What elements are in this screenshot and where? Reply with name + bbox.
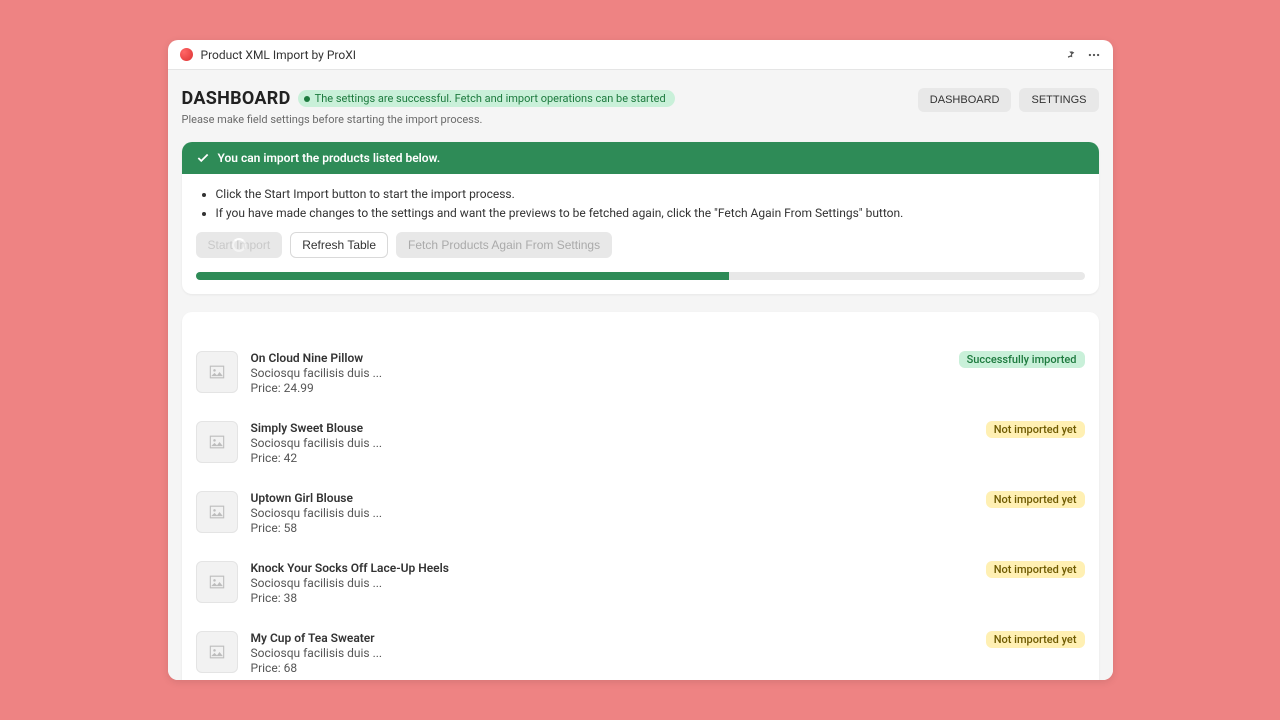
product-row: On Cloud Nine PillowSociosqu facilisis d… xyxy=(196,338,1085,408)
product-price: Price: 24.99 xyxy=(251,381,946,395)
import-card: You can import the products listed below… xyxy=(182,142,1099,294)
product-title: On Cloud Nine Pillow xyxy=(251,351,946,365)
status-badge: Successfully imported xyxy=(959,351,1085,368)
tab-settings[interactable]: SETTINGS xyxy=(1019,88,1098,112)
status-badge: Not imported yet xyxy=(986,561,1085,578)
product-description: Sociosqu facilisis duis ... xyxy=(251,506,973,520)
status-pill: The settings are successful. Fetch and i… xyxy=(298,90,675,107)
image-placeholder-icon xyxy=(196,631,238,673)
page-title: DASHBOARD xyxy=(182,88,291,109)
product-description: Sociosqu facilisis duis ... xyxy=(251,436,973,450)
app-title: Product XML Import by ProXI xyxy=(201,48,356,62)
status-badge: Not imported yet xyxy=(986,631,1085,648)
image-placeholder-icon xyxy=(196,561,238,603)
product-text: My Cup of Tea SweaterSociosqu facilisis … xyxy=(251,631,973,675)
product-row: My Cup of Tea SweaterSociosqu facilisis … xyxy=(196,618,1085,680)
progress-bar xyxy=(196,272,1085,280)
product-price: Price: 42 xyxy=(251,451,973,465)
titlebar: Product XML Import by ProXI xyxy=(168,40,1113,70)
more-icon[interactable] xyxy=(1087,48,1101,62)
page-subtitle: Please make field settings before starti… xyxy=(182,113,675,126)
instruction-item: If you have made changes to the settings… xyxy=(216,205,1085,222)
image-placeholder-icon xyxy=(196,491,238,533)
product-price: Price: 38 xyxy=(251,591,973,605)
product-text: On Cloud Nine PillowSociosqu facilisis d… xyxy=(251,351,946,395)
product-title: My Cup of Tea Sweater xyxy=(251,631,973,645)
product-title: Simply Sweet Blouse xyxy=(251,421,973,435)
success-banner: You can import the products listed below… xyxy=(182,142,1099,174)
product-title: Knock Your Socks Off Lace-Up Heels xyxy=(251,561,973,575)
product-row: Simply Sweet BlouseSociosqu facilisis du… xyxy=(196,408,1085,478)
banner-text: You can import the products listed below… xyxy=(218,151,441,165)
product-description: Sociosqu facilisis duis ... xyxy=(251,646,973,660)
instructions-list: Click the Start Import button to start t… xyxy=(196,186,1085,222)
product-row: Uptown Girl BlouseSociosqu facilisis dui… xyxy=(196,478,1085,548)
tab-buttons: DASHBOARD SETTINGS xyxy=(918,88,1099,112)
app-window: Product XML Import by ProXI DASHBOARD Th… xyxy=(168,40,1113,680)
tab-dashboard[interactable]: DASHBOARD xyxy=(918,88,1012,112)
status-text: The settings are successful. Fetch and i… xyxy=(315,92,666,105)
pin-icon[interactable] xyxy=(1065,49,1077,61)
instruction-item: Click the Start Import button to start t… xyxy=(216,186,1085,203)
status-badge: Not imported yet xyxy=(986,491,1085,508)
product-description: Sociosqu facilisis duis ... xyxy=(251,366,946,380)
product-text: Uptown Girl BlouseSociosqu facilisis dui… xyxy=(251,491,973,535)
product-price: Price: 68 xyxy=(251,661,973,675)
spinner-icon xyxy=(232,238,246,252)
product-description: Sociosqu facilisis duis ... xyxy=(251,576,973,590)
product-price: Price: 58 xyxy=(251,521,973,535)
refresh-table-button[interactable]: Refresh Table xyxy=(290,232,388,258)
product-title: Uptown Girl Blouse xyxy=(251,491,973,505)
progress-fill xyxy=(196,272,729,280)
image-placeholder-icon xyxy=(196,351,238,393)
product-text: Simply Sweet BlouseSociosqu facilisis du… xyxy=(251,421,973,465)
image-placeholder-icon xyxy=(196,421,238,463)
scroll-area[interactable]: DASHBOARD The settings are successful. F… xyxy=(168,70,1113,680)
action-buttons: Start Import Refresh Table Fetch Product… xyxy=(196,232,1085,258)
check-icon xyxy=(196,151,210,165)
product-row: Knock Your Socks Off Lace-Up HeelsSocios… xyxy=(196,548,1085,618)
app-icon xyxy=(180,48,193,61)
page-header: DASHBOARD The settings are successful. F… xyxy=(182,88,1099,126)
status-dot-icon xyxy=(304,96,310,102)
start-import-button[interactable]: Start Import xyxy=(196,232,283,258)
product-list: On Cloud Nine PillowSociosqu facilisis d… xyxy=(182,312,1099,680)
fetch-again-button[interactable]: Fetch Products Again From Settings xyxy=(396,232,612,258)
product-text: Knock Your Socks Off Lace-Up HeelsSocios… xyxy=(251,561,973,605)
status-badge: Not imported yet xyxy=(986,421,1085,438)
